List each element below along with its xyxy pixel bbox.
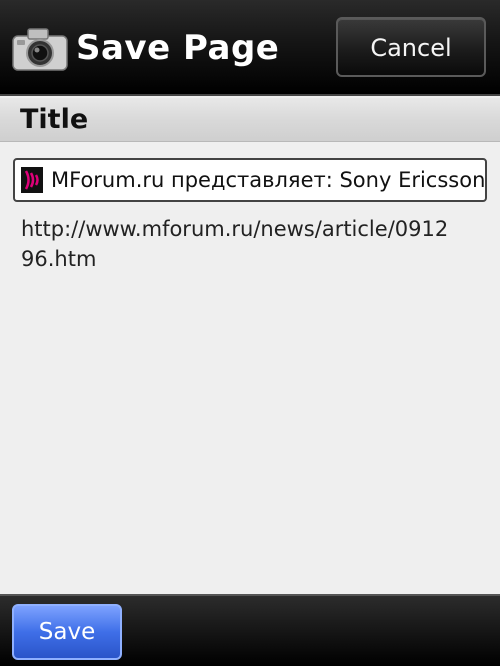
cancel-button[interactable]: Cancel <box>336 17 486 77</box>
save-page-screen: Save Page Cancel Title MForum.ru предста… <box>0 0 500 666</box>
title-bar: Save Page Cancel <box>0 0 500 96</box>
section-title: Title <box>20 104 89 135</box>
section-header: Title <box>0 98 500 142</box>
save-button[interactable]: Save <box>12 604 122 660</box>
title-input-value: MForum.ru представляет: Sony Ericsson <box>51 168 486 192</box>
bottom-toolbar: Save <box>0 594 500 666</box>
page-url: http://www.mforum.ru/news/article/091296… <box>21 217 449 271</box>
title-input[interactable]: MForum.ru представляет: Sony Ericsson <box>13 158 487 202</box>
page-title: Save Page <box>76 28 280 68</box>
mforum-favicon-icon <box>21 167 43 193</box>
camera-icon <box>12 28 68 71</box>
